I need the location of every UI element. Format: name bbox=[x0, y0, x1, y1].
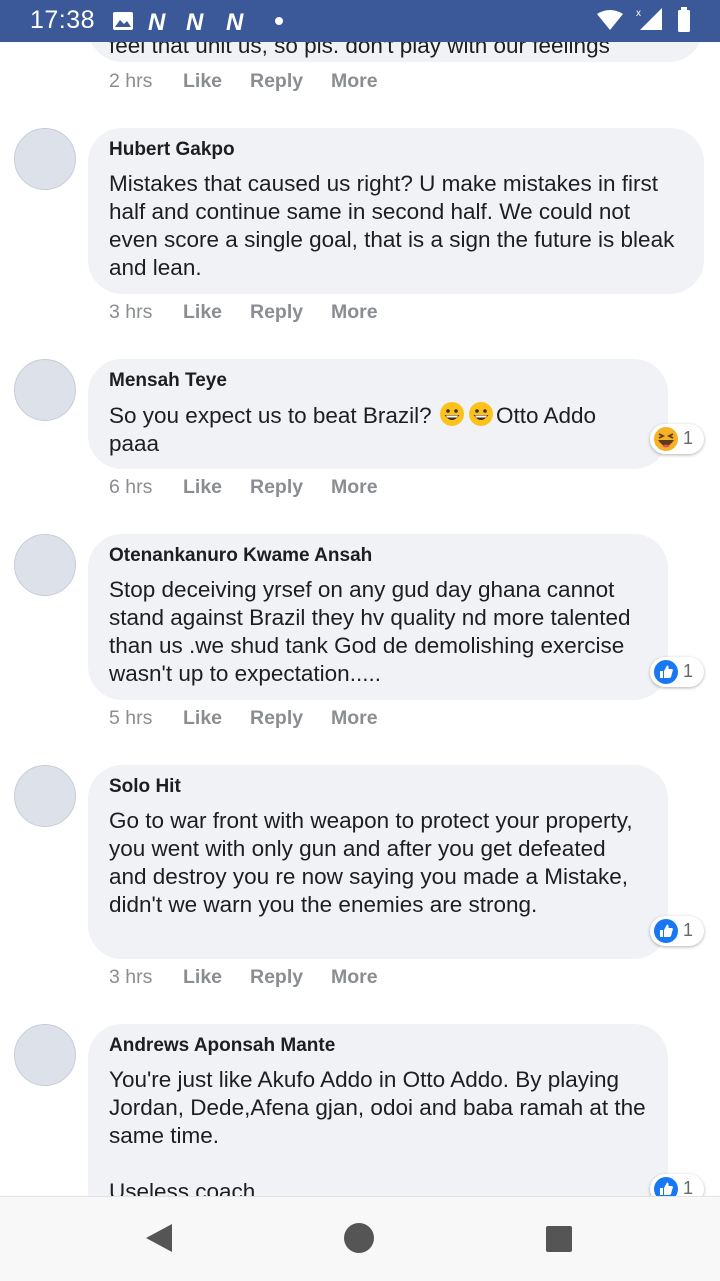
like-reaction-icon bbox=[654, 919, 678, 943]
like-link[interactable]: Like bbox=[183, 70, 222, 93]
comment-text: feel that unit us, so pls. don't play wi… bbox=[109, 42, 610, 58]
comment-text: Go to war front with weapon to protect y… bbox=[109, 808, 633, 917]
reaction-count: 1 bbox=[683, 920, 694, 940]
comment-bubble: Hubert Gakpo Mistakes that caused us rig… bbox=[88, 128, 704, 294]
more-notifications-dot-icon bbox=[275, 17, 283, 25]
avatar[interactable] bbox=[14, 359, 76, 421]
comment-author[interactable]: Mensah Teye bbox=[109, 370, 648, 392]
recent-apps-button-icon[interactable] bbox=[545, 1225, 573, 1253]
like-link[interactable]: Like bbox=[183, 966, 222, 989]
reaction-count: 1 bbox=[683, 661, 694, 681]
battery-icon bbox=[678, 7, 690, 32]
comment-author[interactable]: Otenankanuro Kwame Ansah bbox=[109, 545, 648, 567]
more-link[interactable]: More bbox=[331, 707, 378, 730]
reaction-summary[interactable]: 1 bbox=[650, 1174, 704, 1196]
reaction-count: 1 bbox=[683, 428, 694, 448]
like-link[interactable]: Like bbox=[183, 476, 222, 499]
svg-text:N: N bbox=[186, 10, 204, 32]
comment-time: 6 hrs bbox=[109, 476, 153, 498]
comment-bubble: Solo Hit Go to war front with weapon to … bbox=[88, 765, 668, 959]
wifi-icon bbox=[597, 10, 623, 30]
avatar[interactable] bbox=[14, 128, 76, 190]
grinning-face-emoji-icon bbox=[439, 402, 464, 426]
svg-text:N: N bbox=[226, 10, 244, 32]
comment-text: You're just like Akufo Addo in Otto Addo… bbox=[109, 1067, 646, 1196]
reaction-summary[interactable]: 1 bbox=[650, 916, 704, 946]
comments-list[interactable]: feel that unit us, so pls. don't play wi… bbox=[0, 42, 720, 1196]
reaction-count: 1 bbox=[683, 1178, 694, 1196]
svg-text:x: x bbox=[636, 8, 641, 19]
more-link[interactable]: More bbox=[331, 70, 378, 93]
svg-text:N: N bbox=[148, 10, 166, 32]
more-link[interactable]: More bbox=[331, 966, 378, 989]
comment-text: Mistakes that caused us right? U make mi… bbox=[109, 171, 675, 280]
comment-text: Stop deceiving yrsef on any gud day ghan… bbox=[109, 577, 631, 686]
comment-time: 5 hrs bbox=[109, 707, 153, 729]
comment-time: 3 hrs bbox=[109, 301, 153, 323]
avatar[interactable] bbox=[14, 1024, 76, 1086]
reply-link[interactable]: Reply bbox=[250, 301, 303, 324]
status-time: 17:38 bbox=[30, 6, 96, 34]
system-navigation-bar bbox=[0, 1196, 720, 1281]
news-notification-icon: NNN bbox=[148, 10, 244, 32]
like-link[interactable]: Like bbox=[183, 301, 222, 324]
gallery-notification-icon bbox=[113, 12, 133, 30]
like-link[interactable]: Like bbox=[183, 707, 222, 730]
like-reaction-icon bbox=[654, 660, 678, 684]
comment-bubble: Andrews Aponsah Mante You're just like A… bbox=[88, 1024, 668, 1196]
reaction-summary[interactable]: 1 bbox=[650, 657, 704, 687]
comment-text: So you expect us to beat Brazil? Otto Ad… bbox=[109, 401, 648, 458]
comment-time: 3 hrs bbox=[109, 966, 153, 988]
comment-author[interactable]: Hubert Gakpo bbox=[109, 139, 684, 161]
avatar[interactable] bbox=[14, 765, 76, 827]
comment-bubble: Mensah Teye So you expect us to beat Bra… bbox=[88, 359, 668, 469]
comment-bubble: feel that unit us, so pls. don't play wi… bbox=[88, 42, 703, 62]
back-button-icon[interactable] bbox=[144, 1222, 174, 1254]
reply-link[interactable]: Reply bbox=[250, 966, 303, 989]
comment-time: 2 hrs bbox=[109, 70, 153, 92]
reply-link[interactable]: Reply bbox=[250, 70, 303, 93]
cell-signal-icon: x bbox=[636, 8, 662, 30]
comment-author[interactable]: Solo Hit bbox=[109, 776, 648, 798]
avatar[interactable] bbox=[14, 534, 76, 596]
more-link[interactable]: More bbox=[331, 476, 378, 499]
reaction-summary[interactable]: 1 bbox=[650, 424, 704, 454]
reply-link[interactable]: Reply bbox=[250, 707, 303, 730]
reply-link[interactable]: Reply bbox=[250, 476, 303, 499]
more-link[interactable]: More bbox=[331, 301, 378, 324]
haha-reaction-icon bbox=[654, 427, 678, 451]
comment-author[interactable]: Andrews Aponsah Mante bbox=[109, 1035, 648, 1057]
status-bar: 17:38 NNN x bbox=[0, 0, 720, 42]
grinning-face-emoji-icon bbox=[468, 402, 493, 426]
home-button-icon[interactable] bbox=[342, 1221, 376, 1255]
like-reaction-icon bbox=[654, 1177, 678, 1196]
comment-bubble: Otenankanuro Kwame Ansah Stop deceiving … bbox=[88, 534, 668, 700]
comment-text-before: So you expect us to beat Brazil? bbox=[109, 403, 438, 428]
